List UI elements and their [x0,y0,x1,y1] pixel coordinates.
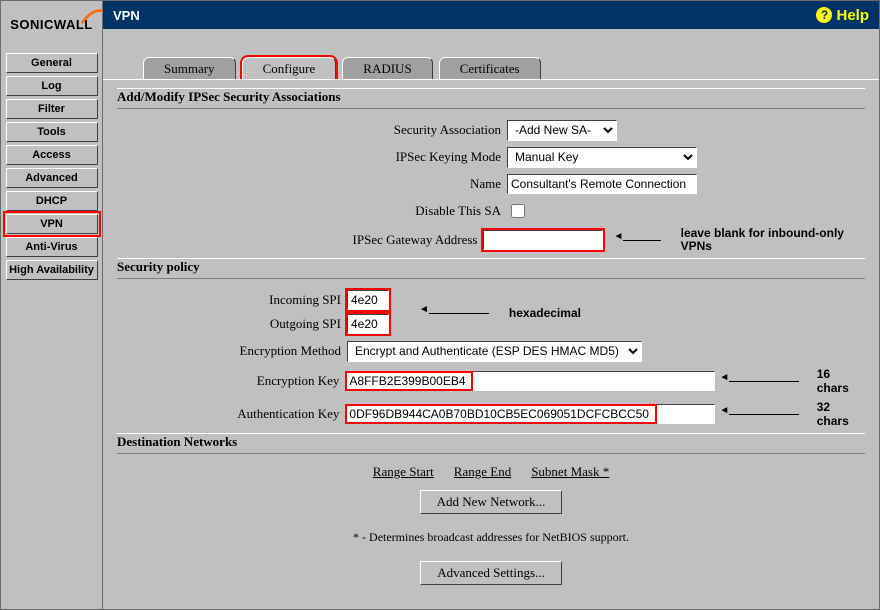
input-auth-key[interactable] [345,404,715,424]
annotation-gateway: leave blank for inbound-only VPNs [613,227,865,253]
label-gateway: IPSec Gateway Address [117,232,483,248]
col-range-start: Range Start [373,464,434,480]
nav-vpn[interactable]: VPN [6,214,98,234]
nav-log[interactable]: Log [6,76,98,96]
content-area: Add/Modify IPSec Security Associations S… [103,79,879,609]
tab-summary[interactable]: Summary [143,57,236,79]
label-outgoing-spi: Outgoing SPI [117,316,347,332]
col-range-end: Range End [454,464,511,480]
label-encryption-method: Encryption Method [117,343,347,359]
select-encryption-method[interactable]: Encrypt and Authenticate (ESP DES HMAC M… [347,341,642,362]
help-label: Help [836,7,869,24]
checkbox-disable-sa[interactable] [511,204,525,218]
label-encryption-key: Encryption Key [117,373,345,389]
input-name[interactable] [507,174,697,194]
titlebar: VPN ? Help [103,1,879,29]
brand-logo: SONICWALL [2,3,102,45]
advanced-settings-button[interactable]: Advanced Settings... [420,561,562,585]
select-keying-mode[interactable]: Manual Key [507,147,697,168]
label-disable-sa: Disable This SA [117,203,507,219]
help-link[interactable]: ? Help [816,7,869,24]
tab-configure[interactable]: Configure [242,57,337,79]
add-network-button[interactable]: Add New Network... [420,490,563,514]
tabs: Summary Configure RADIUS Certificates [103,29,879,79]
input-incoming-spi[interactable] [347,290,389,310]
input-gateway[interactable] [483,230,603,250]
nav-tools[interactable]: Tools [6,122,98,142]
label-auth-key: Authentication Key [117,406,345,422]
annotation-enc-key: 16 chars [719,367,865,395]
label-name: Name [117,176,507,192]
col-subnet: Subnet Mask * [531,464,609,480]
section-security-policy: Security policy [117,258,865,279]
nav-dhcp[interactable]: DHCP [6,191,98,211]
section-destination: Destination Networks [117,433,865,454]
help-icon: ? [816,7,832,23]
annotation-spi: hexadecimal [419,305,581,321]
nav-advanced[interactable]: Advanced [6,168,98,188]
section-add-modify: Add/Modify IPSec Security Associations [117,88,865,109]
nav-high-availability[interactable]: High Availability [6,260,98,280]
input-encryption-key[interactable] [345,371,715,391]
sidebar: SONICWALL General Log Filter Tools Acces… [1,1,103,609]
select-security-association[interactable]: -Add New SA- [507,120,617,141]
tab-radius[interactable]: RADIUS [342,57,432,79]
page-title: VPN [113,8,140,23]
dest-table-header: Range Start Range End Subnet Mask * [117,464,865,480]
annotation-auth-key: 32 chars [719,400,865,428]
nav-access[interactable]: Access [6,145,98,165]
main-panel: VPN ? Help Summary Configure RADIUS Cert… [103,1,879,609]
nav-antivirus[interactable]: Anti-Virus [6,237,98,257]
label-incoming-spi: Incoming SPI [117,292,347,308]
nav-filter[interactable]: Filter [6,99,98,119]
input-outgoing-spi[interactable] [347,314,389,334]
label-keying-mode: IPSec Keying Mode [117,149,507,165]
nav-general[interactable]: General [6,53,98,73]
label-security-association: Security Association [117,122,507,138]
tab-certificates[interactable]: Certificates [439,57,541,79]
netbios-note: * - Determines broadcast addresses for N… [117,530,865,545]
